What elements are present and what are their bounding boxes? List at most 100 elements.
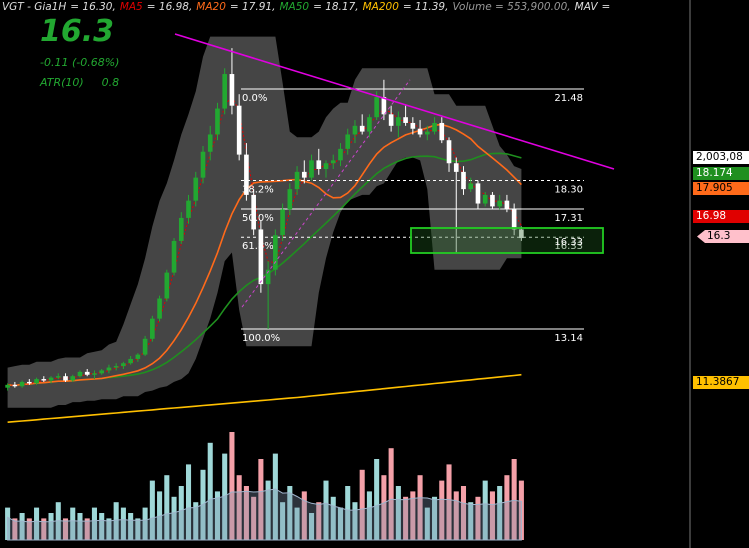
ma5-label: MA5 [119, 1, 143, 13]
candle-body [84, 371, 90, 375]
ma20-label: MA20 [196, 1, 226, 13]
candle-body [482, 194, 488, 204]
candle-body [19, 381, 25, 387]
candle-body [273, 235, 278, 270]
candle-body [251, 194, 256, 230]
atr-value: 0.8 [101, 76, 120, 89]
mav-readout: = [601, 1, 611, 13]
candle-body [229, 74, 235, 106]
candle-body [301, 171, 307, 178]
candle-body [287, 189, 293, 210]
candle-body [157, 298, 162, 319]
candle-body [222, 74, 228, 109]
candle-body [121, 363, 126, 367]
fib-value: 18.30 [554, 185, 583, 196]
candle-body [504, 200, 510, 210]
axis-tag-ma50: 18.174 [693, 167, 749, 180]
candle-body [215, 108, 220, 135]
candle-body [475, 183, 481, 204]
candle-body [338, 148, 343, 161]
candle-body [388, 114, 394, 126]
candle-body [99, 370, 105, 374]
support-zone-value: 16.33 [554, 237, 583, 248]
candle-body [439, 122, 445, 141]
candle-body [55, 376, 61, 378]
mav-label: MAV [574, 1, 598, 13]
candle-body [150, 318, 155, 339]
ma50-readout: = 18.17, [313, 1, 359, 13]
candle-body [236, 105, 242, 155]
candle-body [48, 377, 54, 381]
candle-body [207, 134, 213, 152]
symbol-label: VGT - Gia1H [2, 1, 67, 13]
candle-body [453, 163, 459, 172]
current-price: 16.3 [40, 14, 115, 49]
candle-body [258, 229, 264, 285]
candle-body [396, 117, 401, 126]
candle-body [330, 160, 336, 164]
candle-body [367, 117, 372, 132]
candle-body [12, 384, 18, 387]
candle-body [461, 171, 466, 190]
candle-body [244, 154, 249, 195]
atr-readout: ATR(10) 0.8 [40, 76, 119, 89]
candle-body [417, 128, 423, 135]
ma20-readout: = 17.91, [229, 1, 276, 13]
candle-body [294, 171, 300, 190]
candle-body [345, 134, 351, 149]
fib-value: 13.14 [554, 333, 583, 344]
candle-body [128, 358, 133, 364]
candle-body [200, 151, 206, 178]
candle-body [70, 376, 76, 381]
candle-body [193, 177, 199, 201]
atr-label: ATR(10) [40, 76, 84, 89]
candle-body [316, 160, 322, 169]
candle-body [359, 125, 365, 132]
ma5-readout: = 16.98, [146, 1, 193, 13]
candle-body [27, 381, 32, 384]
ma50-label: MA50 [279, 1, 310, 13]
fib-label: 61.8% [242, 241, 274, 252]
candle-body [468, 183, 474, 190]
candle-body [135, 354, 141, 359]
axis-tag-ma200: 11.3867 [693, 376, 749, 389]
candle-body [41, 379, 47, 381]
header-bar: VGT - Gia1H = 16.30, MA5 = 16.98, MA20 = 17.9… [2, 1, 614, 13]
candle-body [106, 367, 112, 371]
candle-body [424, 131, 430, 135]
candle-body [92, 373, 97, 375]
axis-tag-ma5: 16.98 [693, 210, 749, 223]
candle-body [410, 122, 416, 129]
candle-body [186, 200, 191, 218]
candle-body [511, 209, 517, 230]
candle-body [63, 376, 68, 381]
candle-body [497, 200, 502, 207]
candle-body [446, 140, 452, 164]
candle-body [280, 209, 285, 236]
candle-body [403, 117, 408, 123]
candle-body [142, 338, 148, 355]
axis-tag-volume: 2,003,08 [693, 151, 749, 164]
candle-body [178, 217, 184, 241]
fib-value: 21.48 [554, 93, 583, 104]
candle-body [490, 194, 495, 207]
candle-body [374, 97, 379, 118]
fib-value: 17.31 [554, 213, 583, 224]
axis-tag-price: 16.3 [697, 230, 749, 243]
axis-tag-ma20: 17.905 [693, 182, 749, 195]
fib-label: 50.0% [242, 213, 274, 224]
candle-body [5, 384, 10, 388]
ma200-label: MA200 [362, 1, 399, 13]
price-change: -0.11 (-0.68%) [40, 56, 120, 69]
candle-body [171, 240, 177, 273]
volume-readout: Volume = 553,900.00, [452, 1, 571, 13]
candle-body [77, 371, 83, 377]
candle-body [309, 160, 314, 178]
fib-label: 100.0% [242, 333, 280, 344]
ma200-readout: = 11.39, [402, 1, 449, 13]
price-readout: = 16.30, [70, 1, 116, 13]
fib-label: 0.0% [242, 93, 267, 104]
candle-body [34, 379, 39, 384]
candle-body [352, 125, 358, 135]
candle-body [432, 122, 437, 132]
